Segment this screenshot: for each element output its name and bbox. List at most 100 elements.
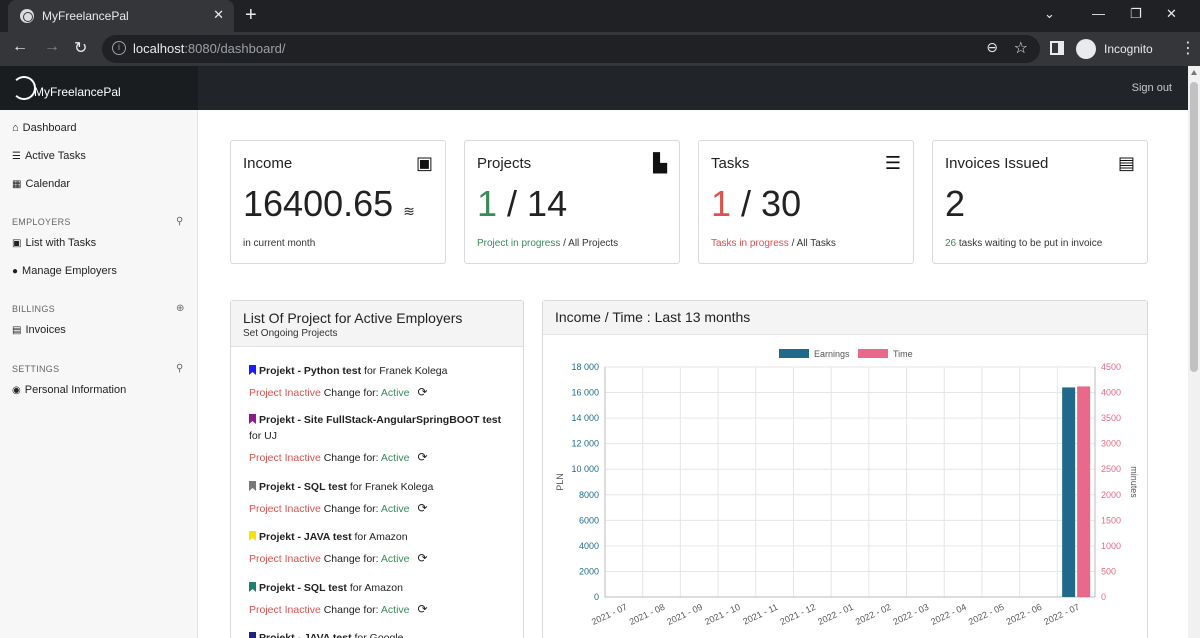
globe-icon [20, 9, 34, 23]
panel-header: Income / Time : Last 13 months [543, 301, 1147, 335]
change-status-link[interactable]: Active [381, 604, 410, 616]
sidebar: ⌂ Dashboard ☰ Active Tasks ▦ Calendar EM… [0, 110, 198, 638]
logo-icon [12, 76, 36, 100]
refresh-icon[interactable]: ⟳ [418, 384, 428, 400]
brand[interactable]: MyFreelancePal [0, 66, 198, 110]
x-tick-label: 2022 - 05 [967, 602, 1006, 627]
y2-tick-label: 4000 [1101, 388, 1121, 398]
panel-title: List Of Project for Active Employers [243, 310, 463, 326]
change-status-link[interactable]: Active [381, 503, 410, 515]
sidebar-item-invoices[interactable]: ▤ Invoices [12, 324, 66, 336]
bookmark-star-icon[interactable]: ☆ [1014, 38, 1028, 58]
devices-icon: ▙ [653, 153, 667, 173]
change-label: Change for: [320, 604, 381, 616]
project-name: Projekt - JAVA test [259, 531, 352, 543]
legend-label: Earnings [814, 349, 850, 359]
window-close-icon[interactable]: ✕ [1166, 6, 1177, 22]
y2-tick-label: 0 [1101, 592, 1106, 602]
projects-card: Projects ▙ 1 / 14 Project in progress / … [464, 140, 680, 264]
forward-icon[interactable]: → [44, 38, 60, 56]
card-title: Income [243, 155, 293, 172]
project-employer: for UJ [249, 430, 278, 442]
sidebar-item-active-tasks[interactable]: ☰ Active Tasks [12, 150, 86, 162]
projects-value: 1 / 14 [477, 183, 568, 224]
y2-tick-label: 2000 [1101, 490, 1121, 500]
x-tick-label: 2022 - 06 [1005, 602, 1044, 627]
y2-tick-label: 1500 [1101, 515, 1121, 525]
add-employer-icon[interactable]: ⚲ [176, 216, 183, 227]
scroll-up-icon[interactable] [1191, 70, 1197, 75]
add-invoice-icon[interactable]: ⊕ [176, 303, 184, 314]
coins-icon: ≋ [403, 203, 415, 219]
project-status: Project Inactive [249, 387, 321, 399]
incognito-icon [1076, 39, 1096, 59]
tasks-value: 1 / 30 [711, 183, 802, 224]
sidebar-item-label: Calendar [25, 178, 71, 190]
legend-swatch [858, 349, 888, 358]
browser-menu-icon[interactable]: ⋮ [1180, 38, 1196, 58]
tab-search-icon[interactable]: ⌄ [1044, 6, 1055, 22]
legend-label: Time [893, 349, 913, 359]
project-employer: for Franek Kolega [361, 365, 448, 377]
project-status-line: Project Inactive Change for: Active ⟳ [249, 601, 428, 618]
y2-tick-label: 2500 [1101, 464, 1121, 474]
bookmark-icon [249, 481, 256, 491]
sidebar-heading-employers: EMPLOYERS [12, 217, 71, 227]
sidebar-item-label: Active Tasks [24, 150, 86, 162]
project-status: Project Inactive [249, 604, 321, 616]
project-employer: for Amazon [351, 531, 408, 543]
refresh-icon[interactable]: ⟳ [418, 449, 428, 465]
chart-panel: Income / Time : Last 13 months 0 2000 4000… [542, 300, 1148, 638]
close-tab-icon[interactable]: ✕ [213, 7, 224, 23]
sidebar-item-list-with-tasks[interactable]: ▣ List with Tasks [12, 237, 96, 249]
change-status-link[interactable]: Active [381, 387, 410, 399]
profile-label: Incognito [1104, 42, 1153, 56]
project-item: Projekt - JAVA test for Amazon [249, 529, 511, 545]
browser-tab[interactable]: MyFreelancePal ✕ [8, 0, 234, 32]
project-name: Projekt - SQL test [259, 481, 347, 493]
change-label: Change for: [320, 503, 381, 515]
restore-icon[interactable]: ❐ [1130, 6, 1142, 22]
zoom-icon[interactable]: ⊖ [986, 39, 998, 56]
x-tick-label: 2022 - 03 [892, 602, 931, 627]
scrollbar-thumb[interactable] [1190, 82, 1198, 372]
change-status-link[interactable]: Active [381, 553, 410, 565]
y2-tick-label: 4500 [1101, 362, 1121, 372]
tasks-card: Tasks ☰ 1 / 30 Tasks in progress / All T… [698, 140, 914, 264]
x-tick-label: 2022 - 07 [1042, 602, 1081, 627]
projects-panel: List Of Project for Active Employers Set… [230, 300, 524, 638]
page-scrollbar[interactable] [1188, 66, 1200, 638]
main-content: Income ▣ 16400.65 ≋ in current month Pro… [198, 110, 1188, 638]
refresh-icon[interactable]: ⟳ [418, 550, 428, 566]
minimize-icon[interactable]: — [1092, 6, 1105, 21]
income-value: 16400.65 ≋ [243, 183, 415, 224]
sidebar-item-label: List with Tasks [25, 237, 97, 249]
y-tick-label: 18 000 [571, 362, 599, 372]
sidebar-item-label: Invoices [25, 324, 66, 336]
sidebar-item-manage-employers[interactable]: ● Manage Employers [12, 265, 117, 277]
refresh-icon[interactable]: ⟳ [418, 601, 428, 617]
sidebar-item-dashboard[interactable]: ⌂ Dashboard [12, 122, 76, 134]
change-label: Change for: [320, 553, 381, 565]
bar-earnings [1062, 387, 1076, 597]
new-tab-icon[interactable]: + [245, 4, 257, 27]
card-subtitle: in current month [243, 238, 316, 249]
back-icon[interactable]: ← [12, 38, 28, 56]
address-bar[interactable]: i localhost:8080/dashboard/ ⊖ ☆ [102, 35, 1040, 63]
y2-tick-label: 3500 [1101, 413, 1121, 423]
sign-out-link[interactable]: Sign out [1132, 82, 1172, 94]
invoices-card: Invoices Issued ▤ 2 26 tasks waiting to … [932, 140, 1148, 264]
y2-tick-label: 3000 [1101, 439, 1121, 449]
change-status-link[interactable]: Active [381, 452, 410, 464]
sidebar-item-calendar[interactable]: ▦ Calendar [12, 178, 70, 190]
side-panel-icon[interactable] [1050, 41, 1064, 55]
x-tick-label: 2021 - 12 [778, 602, 817, 627]
change-label: Change for: [320, 452, 381, 464]
project-item: Projekt - SQL test for Franek Kolega [249, 479, 511, 495]
site-info-icon[interactable]: i [112, 41, 126, 55]
reload-icon[interactable]: ↻ [74, 38, 87, 58]
money-icon: ▣ [415, 153, 433, 173]
sidebar-item-personal-information[interactable]: ◉ Personal Information [12, 384, 126, 396]
refresh-icon[interactable]: ⟳ [418, 500, 428, 516]
settings-add-icon[interactable]: ⚲ [176, 363, 183, 374]
